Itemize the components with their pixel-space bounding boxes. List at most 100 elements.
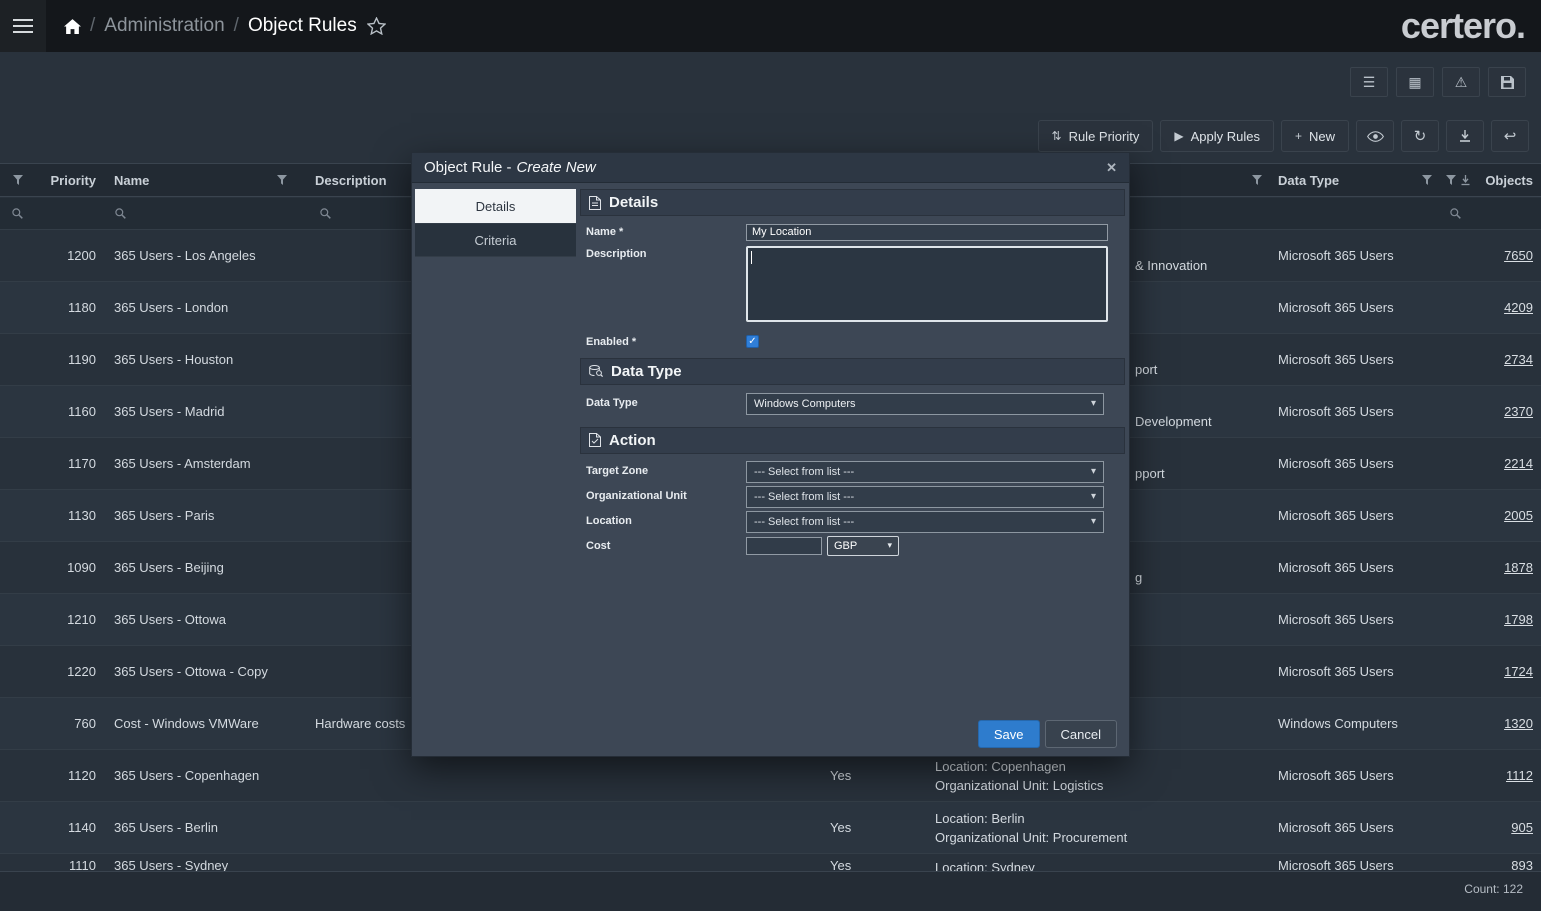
refresh-button[interactable]: ↻ — [1401, 120, 1439, 152]
row-priority: 1220 — [35, 664, 105, 679]
breadcrumb-administration[interactable]: Administration — [104, 15, 224, 37]
objects-count-link[interactable]: 2214 — [1504, 456, 1533, 471]
row-name: 365 Users - Houston — [105, 352, 295, 367]
name-input[interactable] — [746, 224, 1108, 241]
filter-icon[interactable] — [1422, 175, 1432, 185]
list-view-button[interactable]: ☰ — [1350, 67, 1388, 97]
action-section-icon — [589, 433, 601, 447]
objects-search-input[interactable] — [1440, 198, 1541, 229]
description-input[interactable] — [746, 246, 1108, 322]
export-button[interactable] — [1446, 120, 1484, 152]
chevron-down-icon: ▾ — [887, 540, 892, 551]
objects-count-link[interactable]: 1798 — [1504, 612, 1533, 627]
details-section-icon — [589, 196, 601, 210]
name-search-input[interactable] — [105, 198, 295, 229]
row-name: 365 Users - Beijing — [105, 560, 295, 575]
objects-count-link[interactable]: 4209 — [1504, 300, 1533, 315]
objects-count-link[interactable]: 1724 — [1504, 664, 1533, 679]
apply-rules-button[interactable]: ▶ Apply Rules — [1160, 120, 1274, 152]
play-icon: ▶ — [1174, 129, 1183, 143]
cancel-button[interactable]: Cancel — [1045, 720, 1117, 748]
description-field-row: Description — [586, 244, 1105, 322]
row-data-type: Windows Computers — [1270, 716, 1440, 731]
text-caret — [751, 251, 752, 264]
objects-count-link[interactable]: 905 — [1511, 820, 1533, 835]
object-rules-page: { "topbar": { "breadcrumb_sep": "/", "se… — [0, 0, 1541, 911]
row-objects: 1878 — [1440, 560, 1541, 575]
tab-criteria[interactable]: Criteria — [415, 223, 576, 257]
name-field-row: Name * — [586, 222, 1105, 241]
location-value: --- Select from list --- — [754, 516, 854, 528]
data-type-select[interactable]: Windows Computers ▾ — [746, 393, 1104, 415]
header-priority[interactable]: Priority — [35, 164, 105, 196]
objects-count-link[interactable]: 2734 — [1504, 352, 1533, 367]
row-data-type: Microsoft 365 Users — [1270, 560, 1440, 575]
save-button[interactable]: Save — [978, 720, 1040, 748]
row-data-type: Microsoft 365 Users — [1270, 612, 1440, 627]
priority-search-input[interactable] — [0, 198, 35, 229]
row-priority: 1190 — [35, 352, 105, 367]
row-objects: 2214 — [1440, 456, 1541, 471]
tab-details[interactable]: Details — [415, 189, 576, 223]
apply-rules-label: Apply Rules — [1191, 129, 1260, 144]
row-filter-cell — [0, 854, 35, 858]
breadcrumb-separator: / — [90, 15, 95, 37]
header-priority-label: Priority — [50, 173, 96, 188]
header-data-type[interactable]: Data Type — [1270, 164, 1440, 196]
location-select[interactable]: --- Select from list --- ▾ — [746, 511, 1104, 533]
close-icon[interactable]: ✕ — [1106, 160, 1117, 176]
favorite-star-icon[interactable] — [367, 17, 386, 35]
row-name: 365 Users - Sydney — [105, 854, 295, 871]
row-name: 365 Users - Ottowa — [105, 612, 295, 627]
objects-count-link[interactable]: 1112 — [1506, 768, 1533, 783]
row-data-type: Microsoft 365 Users — [1270, 352, 1440, 367]
menu-icon[interactable] — [0, 0, 46, 52]
toggle-visibility-button[interactable] — [1356, 120, 1394, 152]
row-action: Location: CopenhagenOrganizational Unit:… — [935, 757, 1270, 795]
objects-count-link[interactable]: 893 — [1511, 858, 1533, 871]
row-objects: 1320 — [1440, 716, 1541, 731]
target-zone-select[interactable]: --- Select from list --- ▾ — [746, 461, 1104, 483]
header-objects-label: Objects — [1485, 173, 1533, 188]
currency-select[interactable]: GBP ▾ — [827, 536, 899, 556]
filter-icon[interactable] — [13, 175, 23, 185]
currency-value: GBP — [834, 540, 857, 552]
row-objects: 4209 — [1440, 300, 1541, 315]
new-button[interactable]: + New — [1281, 120, 1349, 152]
row-name: 365 Users - Los Angeles — [105, 248, 295, 263]
home-icon[interactable] — [64, 19, 81, 34]
enabled-checkbox[interactable]: ✓ — [746, 335, 759, 348]
filter-icon[interactable] — [277, 175, 287, 185]
filter-icon[interactable] — [1252, 175, 1262, 185]
header-name[interactable]: Name — [105, 164, 295, 196]
sort-icon[interactable] — [1461, 175, 1470, 186]
floppy-icon — [1501, 76, 1514, 89]
table-row[interactable]: 1140365 Users - BerlinYesLocation: Berli… — [0, 802, 1541, 854]
objects-count-link[interactable]: 2005 — [1504, 508, 1533, 523]
org-unit-label: Organizational Unit — [586, 486, 746, 508]
row-stop-processing: Yes — [820, 854, 935, 871]
org-unit-value: --- Select from list --- — [754, 491, 854, 503]
description-label: Description — [586, 244, 746, 322]
row-data-type: Microsoft 365 Users — [1270, 664, 1440, 679]
objects-count-link[interactable]: 2370 — [1504, 404, 1533, 419]
header-objects[interactable]: Objects — [1440, 164, 1541, 196]
org-unit-select[interactable]: --- Select from list --- ▾ — [746, 486, 1104, 508]
rule-priority-button[interactable]: ⇅ Rule Priority — [1038, 120, 1154, 152]
table-row[interactable]: 1110365 Users - SydneyYesLocation: Sydne… — [0, 854, 1541, 871]
undo-button[interactable]: ↩ — [1491, 120, 1529, 152]
header-description-label: Description — [315, 173, 387, 188]
grid-view-button[interactable]: ▦ — [1396, 67, 1434, 97]
alerts-button[interactable]: ⚠ — [1442, 67, 1480, 97]
objects-count-link[interactable]: 1878 — [1504, 560, 1533, 575]
objects-count-link[interactable]: 7650 — [1504, 248, 1533, 263]
target-zone-field-row: Target Zone --- Select from list --- ▾ — [586, 461, 1105, 483]
filter-icon[interactable] — [1446, 175, 1456, 185]
chevron-down-icon: ▾ — [1091, 491, 1096, 502]
objects-count-link[interactable]: 1320 — [1504, 716, 1533, 731]
filter-cell — [35, 198, 105, 229]
location-label: Location — [586, 511, 746, 533]
table-row[interactable]: 1120365 Users - CopenhagenYesLocation: C… — [0, 750, 1541, 802]
save-view-button[interactable] — [1488, 67, 1526, 97]
cost-input[interactable] — [746, 537, 822, 555]
